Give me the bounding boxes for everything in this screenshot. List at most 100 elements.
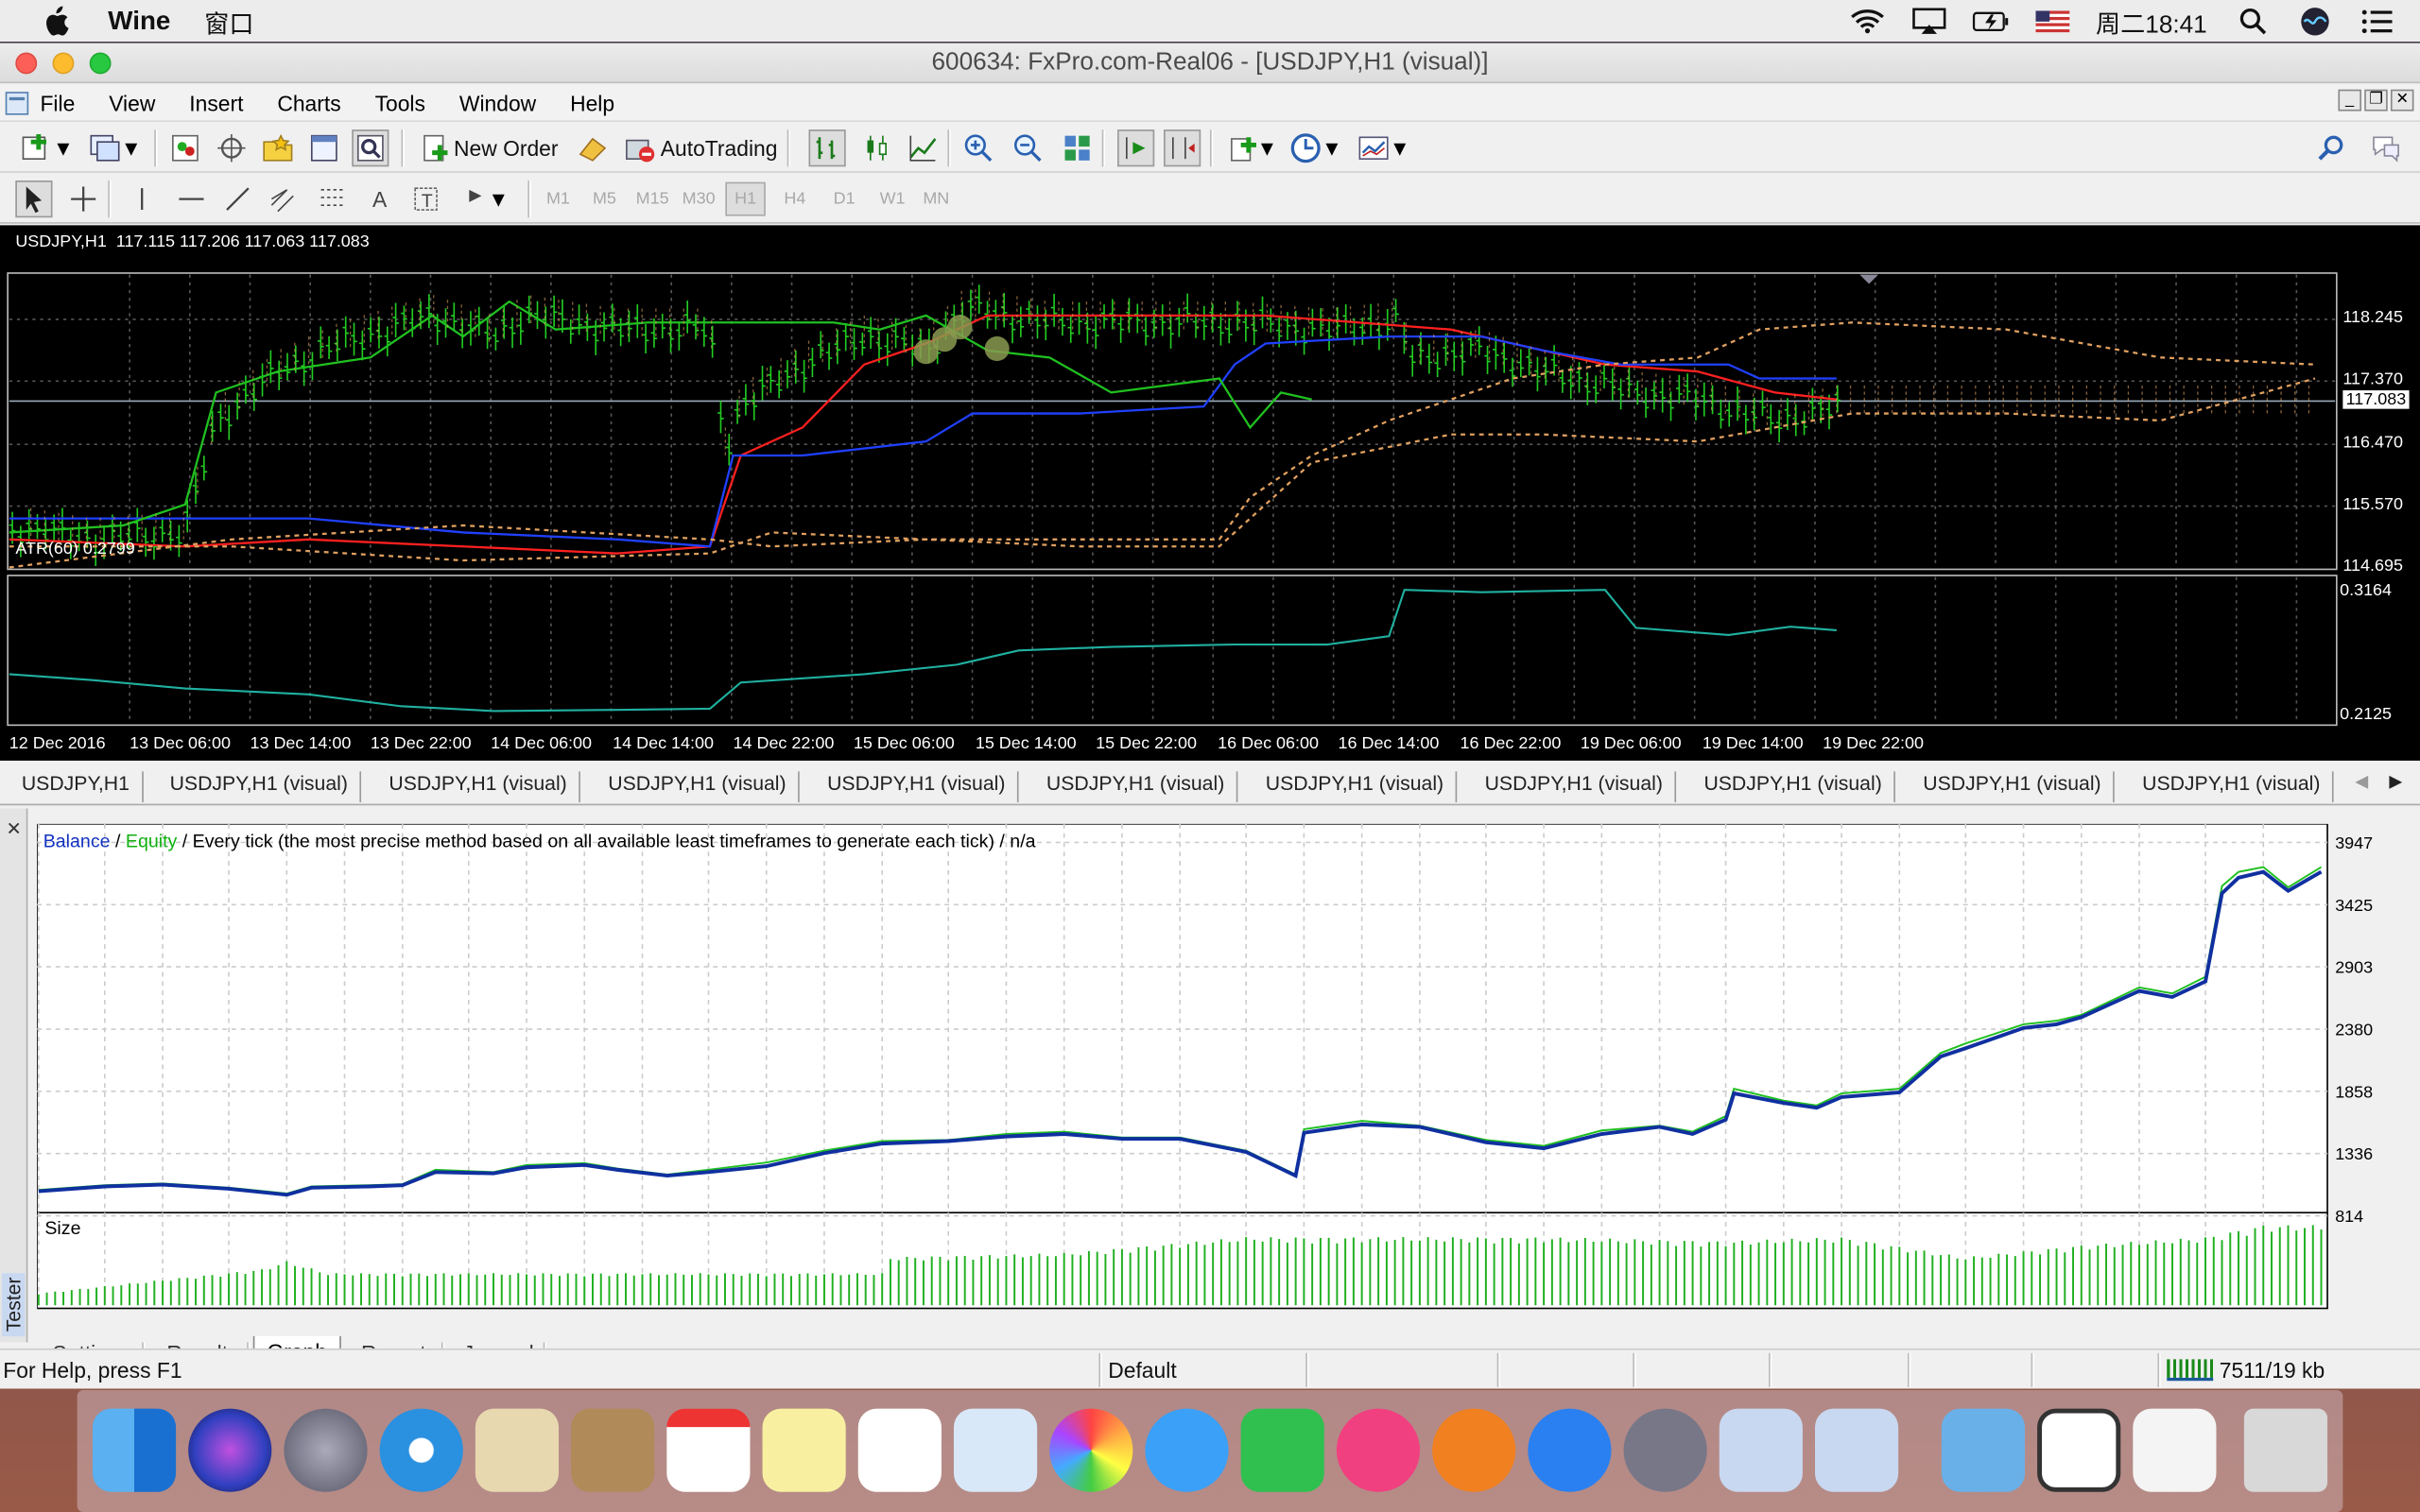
chart-tab-visual[interactable]: USDJPY,H1 (visual) xyxy=(1691,771,1896,802)
trash-icon[interactable] xyxy=(2243,1408,2328,1492)
metatrader-2-icon[interactable] xyxy=(1814,1408,1899,1492)
price-chart-canvas[interactable] xyxy=(0,225,2420,761)
chart-shift-icon[interactable] xyxy=(1164,129,1201,167)
metaeditor-icon[interactable] xyxy=(574,129,611,166)
notes-icon[interactable] xyxy=(762,1408,846,1492)
timeframe-h4[interactable]: H4 xyxy=(784,190,805,209)
launchpad-icon[interactable] xyxy=(284,1408,368,1492)
wifi-icon[interactable] xyxy=(1849,7,1886,34)
photos-icon[interactable] xyxy=(1049,1408,1133,1492)
search-icon[interactable] xyxy=(2312,129,2349,166)
strategy-tester-icon[interactable] xyxy=(352,129,389,167)
templates-icon[interactable] xyxy=(1355,129,1392,166)
balance-graph[interactable]: 3947342529032380185813368140815233037445… xyxy=(37,823,2420,1312)
menubar-clock[interactable]: 周二18:41 xyxy=(2096,2,2207,39)
profiles-icon[interactable] xyxy=(86,129,123,166)
timeframe-m30[interactable]: M30 xyxy=(683,190,716,209)
menu-file[interactable]: File xyxy=(40,91,75,115)
timeframe-m5[interactable]: M5 xyxy=(593,190,616,209)
indicators-icon[interactable] xyxy=(1225,129,1262,166)
data-window-icon[interactable] xyxy=(213,129,250,166)
tester-close-icon[interactable]: ✕ xyxy=(7,817,22,839)
timeframe-m15[interactable]: M15 xyxy=(636,190,669,209)
menu-tools[interactable]: Tools xyxy=(375,91,425,115)
facetime-icon[interactable] xyxy=(1240,1408,1324,1492)
safari-icon[interactable] xyxy=(379,1408,463,1492)
navigator-icon[interactable] xyxy=(259,129,296,166)
mdi-restore-button[interactable]: ❐ xyxy=(2364,89,2388,112)
timeframe-mn[interactable]: MN xyxy=(923,190,949,209)
menu-window-cn[interactable]: 窗口 xyxy=(204,2,253,39)
window-thumbnail-2-icon[interactable] xyxy=(2133,1408,2217,1492)
timeframe-d1[interactable]: D1 xyxy=(834,190,856,209)
calendar-icon[interactable] xyxy=(666,1408,751,1492)
timeframe-m1[interactable]: M1 xyxy=(546,190,570,209)
tabs-scroll-right-icon[interactable]: ▶ xyxy=(2389,771,2402,792)
market-watch-icon[interactable] xyxy=(166,129,203,166)
text-tool-icon[interactable]: A xyxy=(361,180,398,217)
chart-tab-visual[interactable]: USDJPY,H1 (visual) xyxy=(376,771,581,802)
notification-center-icon[interactable] xyxy=(2359,7,2395,34)
vertical-line-icon[interactable] xyxy=(124,180,161,217)
dropdown-arrow-icon[interactable]: ▾ xyxy=(1392,129,1408,166)
mail-icon[interactable] xyxy=(475,1408,560,1492)
price-chart[interactable]: USDJPY,H1 117.115 117.206 117.063 117.08… xyxy=(0,225,2420,761)
menu-insert[interactable]: Insert xyxy=(189,91,243,115)
us-flag-icon[interactable] xyxy=(2034,7,2071,34)
reminders-icon[interactable] xyxy=(857,1408,942,1492)
new-chart-icon[interactable] xyxy=(19,129,56,166)
menu-help[interactable]: Help xyxy=(570,91,614,115)
connection-bars-icon[interactable] xyxy=(2167,1359,2214,1382)
dropdown-arrow-icon[interactable]: ▾ xyxy=(124,129,139,166)
siri-icon[interactable] xyxy=(2296,7,2333,35)
ibooks-icon[interactable] xyxy=(1432,1408,1516,1492)
fibonacci-icon[interactable] xyxy=(315,180,352,217)
text-label-icon[interactable]: T xyxy=(407,180,444,217)
dropdown-arrow-icon[interactable]: ▾ xyxy=(56,129,71,166)
zoom-in-icon[interactable] xyxy=(960,129,997,166)
airplay-icon[interactable] xyxy=(1910,7,1947,34)
close-window-button[interactable] xyxy=(15,52,38,75)
siri-dock-icon[interactable] xyxy=(188,1408,272,1492)
bar-chart-icon[interactable] xyxy=(808,129,846,167)
zoom-window-button[interactable] xyxy=(89,52,112,75)
new-order-button[interactable]: New Order xyxy=(454,136,559,161)
terminal-icon[interactable] xyxy=(305,129,342,166)
tabs-scroll-left-icon[interactable]: ◀ xyxy=(2355,771,2368,792)
menu-window[interactable]: Window xyxy=(459,91,536,115)
menu-charts[interactable]: Charts xyxy=(277,91,340,115)
menu-view[interactable]: View xyxy=(109,91,155,115)
chart-tab-visual[interactable]: USDJPY,H1 (visual) xyxy=(1473,771,1677,802)
system-preferences-icon[interactable] xyxy=(1623,1408,1707,1492)
battery-icon[interactable] xyxy=(1972,7,2009,34)
equidistant-channel-icon[interactable] xyxy=(266,180,302,217)
cursor-icon[interactable] xyxy=(15,180,53,218)
new-order-icon[interactable] xyxy=(417,129,454,166)
minimize-window-button[interactable] xyxy=(52,52,75,75)
chart-tab-visual[interactable]: USDJPY,H1 (visual) xyxy=(1910,771,2116,802)
downloads-folder-icon[interactable] xyxy=(1941,1408,2026,1492)
maps-icon[interactable] xyxy=(953,1408,1038,1492)
chart-tab-visual[interactable]: USDJPY,H1 (visual) xyxy=(2130,771,2335,802)
periods-clock-icon[interactable] xyxy=(1288,129,1324,166)
dropdown-arrow-icon[interactable]: ▾ xyxy=(491,180,506,217)
spotlight-search-icon[interactable] xyxy=(2235,7,2272,34)
mdi-doc-icon[interactable] xyxy=(5,91,29,115)
timeframe-w1[interactable]: W1 xyxy=(880,190,906,209)
line-chart-icon[interactable] xyxy=(905,129,942,166)
messages-icon[interactable] xyxy=(1145,1408,1229,1492)
timeframe-h1[interactable]: H1 xyxy=(725,181,766,216)
chart-tab-main[interactable]: USDJPY,H1 xyxy=(9,771,144,802)
mdi-minimize-button[interactable]: _ xyxy=(2338,89,2361,112)
chart-tab-visual[interactable]: USDJPY,H1 (visual) xyxy=(1253,771,1458,802)
autotrading-button[interactable]: AutoTrading xyxy=(661,136,778,161)
horizontal-line-icon[interactable] xyxy=(173,180,210,217)
dropdown-arrow-icon[interactable]: ▾ xyxy=(1324,129,1340,166)
tile-windows-icon[interactable] xyxy=(1059,129,1096,166)
mdi-close-button[interactable]: ✕ xyxy=(2390,89,2414,112)
chart-tab-visual[interactable]: USDJPY,H1 (visual) xyxy=(158,771,362,802)
chart-tab-visual[interactable]: USDJPY,H1 (visual) xyxy=(815,771,1020,802)
app-store-icon[interactable] xyxy=(1528,1408,1612,1492)
candlestick-icon[interactable] xyxy=(858,129,895,166)
auto-scroll-icon[interactable] xyxy=(1117,129,1155,167)
